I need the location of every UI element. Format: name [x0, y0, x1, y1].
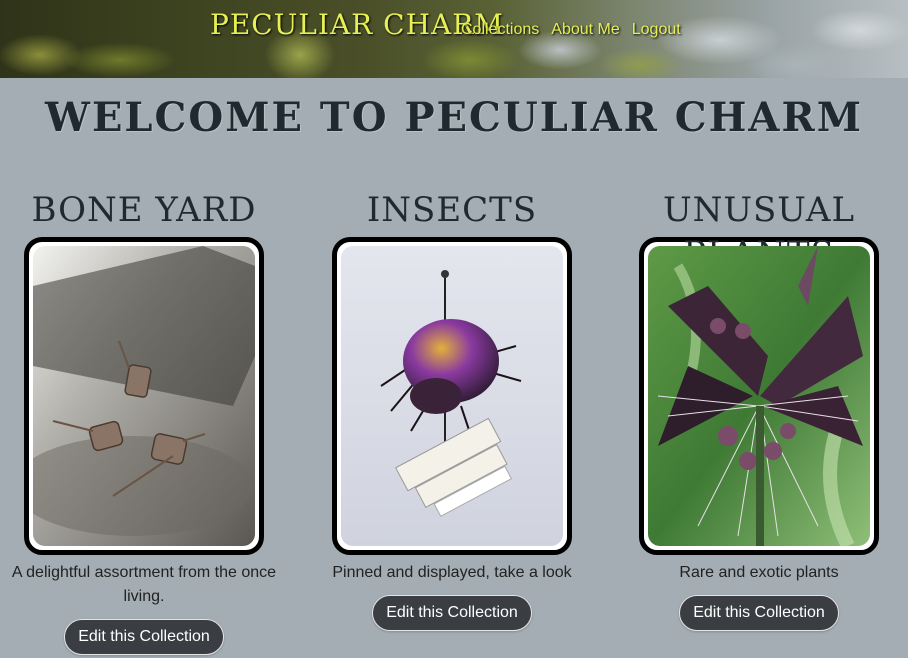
collection-image-frame[interactable]	[332, 237, 572, 555]
unusual-plants-image[interactable]	[648, 246, 870, 546]
collection-description: Rare and exotic plants	[679, 564, 839, 581]
nav-collections[interactable]: Collections	[461, 21, 539, 39]
nav-logout[interactable]: Logout	[632, 21, 681, 39]
page-title: WELCOME TO PECULIAR CHARM	[45, 94, 863, 141]
collection-title: INSECTS	[366, 190, 538, 230]
brand-logo[interactable]: PECULIAR CHARM	[210, 8, 504, 41]
main-nav: Collections About Me Logout	[461, 21, 681, 39]
edit-collection-button[interactable]: Edit this Collection	[372, 595, 532, 631]
collection-title: UNUSUAL PLANTS	[662, 190, 856, 274]
header-banner: PECULIAR CHARM Collections About Me Logo…	[0, 0, 908, 78]
collection-card-bone-yard: BONE YARD A delightful assortment from t…	[0, 188, 294, 655]
collection-image-frame[interactable]	[639, 237, 879, 555]
collection-card-insects: INSECTS Pinned and displayed, take a loo…	[302, 188, 602, 631]
collection-image-frame[interactable]	[24, 237, 264, 555]
edit-collection-button[interactable]: Edit this Collection	[679, 595, 839, 631]
bone-yard-image[interactable]	[33, 246, 255, 546]
insects-image[interactable]	[341, 246, 563, 546]
collection-title: BONE YARD	[31, 190, 257, 230]
collection-description: Pinned and displayed, take a look	[332, 564, 572, 581]
nav-about-me[interactable]: About Me	[551, 21, 619, 39]
collection-description: A delightful assortment from the once li…	[11, 564, 277, 605]
edit-collection-button[interactable]: Edit this Collection	[64, 619, 224, 655]
collection-card-unusual-plants: UNUSUAL PLANTS	[609, 188, 908, 631]
